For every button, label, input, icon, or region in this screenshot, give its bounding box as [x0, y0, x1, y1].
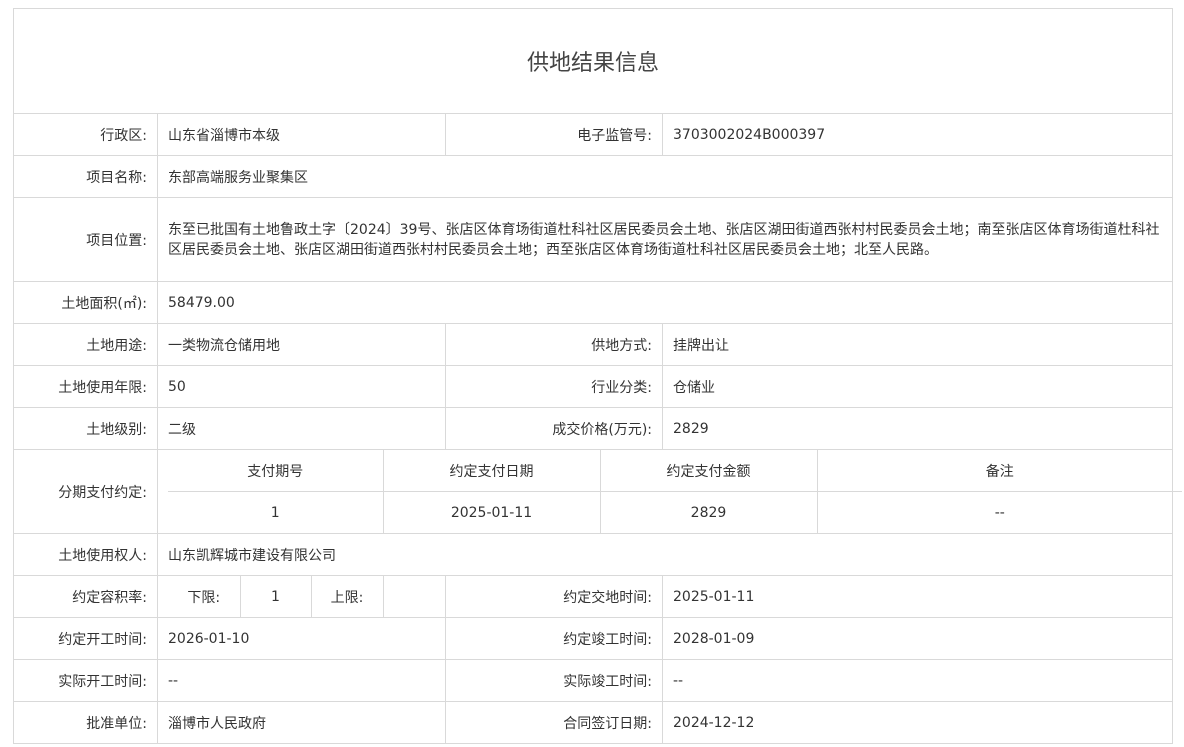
price-label: 成交价格(万元):: [445, 407, 663, 450]
project-name-label: 项目名称:: [13, 155, 158, 198]
installment-header-date: 约定支付日期: [383, 450, 601, 492]
installment-remark: --: [994, 504, 1005, 521]
page-title: 供地结果信息: [12, 8, 1174, 114]
installment-header-period: 支付期号: [168, 450, 384, 492]
supervision-no-label: 电子监管号:: [445, 113, 663, 156]
approver-value: 淄博市人民政府: [157, 701, 446, 744]
installment-table: 支付期号 约定支付日期 约定支付金额 备注 1 2025-01-11 2829 …: [168, 450, 1182, 533]
far-upper-label: 上限:: [311, 576, 384, 617]
contract-date-value: 2024-12-12: [661, 701, 1174, 744]
far-cell: 下限: 1 上限:: [157, 575, 446, 618]
installment-label: 分期支付约定:: [13, 449, 158, 534]
land-supply-result-panel: 供地结果信息 行政区: 山东省淄博市本级 电子监管号: 3703002024B0…: [12, 8, 1182, 744]
land-supply-result-table: 供地结果信息 行政区: 山东省淄博市本级 电子监管号: 3703002024B0…: [12, 8, 1182, 744]
planned-finish-value: 2028-01-09: [661, 617, 1174, 660]
actual-start-label: 实际开工时间:: [13, 659, 158, 702]
industry-label: 行业分类:: [445, 365, 663, 408]
use-years-label: 土地使用年限:: [13, 365, 158, 408]
table-row: 1 2025-01-11 2829 --: [168, 491, 1182, 533]
actual-finish-value: --: [661, 659, 1174, 702]
price-value: 2829: [661, 407, 1174, 450]
supply-method-value: 挂牌出让: [661, 323, 1174, 366]
far-label: 约定容积率:: [13, 575, 158, 618]
project-location-value: 东至已批国有土地鲁政土字〔2024〕39号、张店区体育场街道杜科社区居民委员会土…: [156, 197, 1174, 282]
industry-value: 仓储业: [661, 365, 1174, 408]
land-use-value: 一类物流仓储用地: [157, 323, 446, 366]
handover-time-label: 约定交地时间:: [445, 575, 663, 618]
land-grade-value: 二级: [157, 407, 446, 450]
planned-start-label: 约定开工时间:: [13, 617, 158, 660]
installment-period: 1: [168, 491, 384, 533]
far-lower-label: 下限:: [168, 576, 241, 617]
planned-start-value: 2026-01-10: [157, 617, 446, 660]
supply-method-label: 供地方式:: [445, 323, 663, 366]
actual-finish-label: 实际竣工时间:: [445, 659, 663, 702]
installment-cell: 支付期号 约定支付日期 约定支付金额 备注 1 2025-01-11 2829 …: [156, 449, 1182, 534]
land-use-label: 土地用途:: [13, 323, 158, 366]
installment-header-amount: 约定支付金额: [600, 450, 818, 492]
land-grade-label: 土地级别:: [13, 407, 158, 450]
land-area-label: 土地面积(㎡):: [13, 281, 158, 324]
land-user-label: 土地使用权人:: [13, 533, 158, 576]
approver-label: 批准单位:: [13, 701, 158, 744]
actual-start-value: --: [157, 659, 446, 702]
planned-finish-label: 约定竣工时间:: [445, 617, 663, 660]
supervision-no-value: 3703002024B000397: [661, 113, 1174, 156]
district-value: 山东省淄博市本级: [157, 113, 446, 156]
district-label: 行政区:: [13, 113, 158, 156]
handover-time-value: 2025-01-11: [661, 575, 1174, 618]
far-lower-value: 1: [240, 576, 312, 617]
use-years-value: 50: [157, 365, 446, 408]
installment-amount: 2829: [600, 491, 818, 533]
contract-date-label: 合同签订日期:: [445, 701, 663, 744]
project-location-label: 项目位置:: [13, 197, 158, 282]
far-range: 下限: 1 上限:: [168, 576, 456, 617]
installment-date: 2025-01-11: [383, 491, 601, 533]
installment-header-remark: 备注: [817, 450, 1182, 492]
project-name-value: 东部高端服务业聚集区: [156, 155, 1174, 198]
land-user-value: 山东凯辉城市建设有限公司: [156, 533, 1174, 576]
land-area-value: 58479.00: [156, 281, 1174, 324]
